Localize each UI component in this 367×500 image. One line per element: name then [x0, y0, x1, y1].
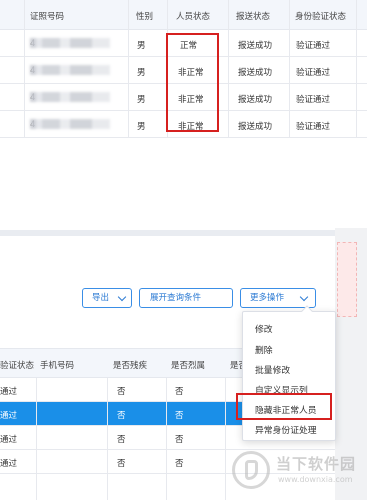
blurred-id: [30, 38, 110, 48]
side-marker: [337, 242, 357, 317]
more-operations-button[interactable]: 更多操作: [240, 288, 316, 308]
personnel-table-top: 证照号码 性别 人员状态 报送状态 身份验证状态 4 男 正常 报送成功 验证通…: [0, 0, 367, 138]
menu-item-delete[interactable]: 删除: [255, 343, 273, 356]
column-divider: [107, 378, 108, 500]
blurred-id: [30, 65, 110, 75]
col-header-id-verify-status[interactable]: 身份验证状态: [295, 10, 346, 22]
watermark-title: 当下软件园: [276, 455, 357, 473]
menu-item-batch-edit[interactable]: 批量修改: [255, 363, 290, 376]
verify-status-cell: 验证通过: [296, 41, 331, 51]
menu-item-abnormal-id-handling[interactable]: 异常身份证处理: [255, 423, 317, 436]
col-header-disabled[interactable]: 是否残疾: [113, 359, 147, 371]
col-header-phone[interactable]: 手机号码: [40, 359, 74, 371]
blank-area: [0, 138, 367, 230]
verify-cell: 通过: [0, 459, 18, 469]
column-divider: [228, 0, 229, 138]
col-header-id-number[interactable]: 证照号码: [30, 10, 64, 22]
column-divider: [356, 0, 357, 138]
expand-query-button[interactable]: 展开查询条件: [139, 288, 233, 308]
martyr-cell: 否: [175, 435, 184, 445]
column-divider: [24, 0, 25, 138]
table-header: 证照号码 性别 人员状态 报送状态 身份验证状态: [0, 0, 367, 30]
martyr-cell: 否: [175, 387, 184, 397]
report-status-cell: 报送成功: [238, 41, 273, 51]
toolbar: 导出 展开查询条件 更多操作: [0, 236, 335, 316]
watermark-logo: 当下软件园 www.downxia.com: [232, 448, 362, 498]
verify-cell: 通过: [0, 387, 18, 397]
column-divider: [225, 378, 226, 500]
verify-status-cell: 验证通过: [296, 122, 331, 132]
gender-cell: 男: [137, 41, 146, 51]
watermark-d-icon: [232, 451, 270, 489]
gender-cell: 男: [137, 95, 146, 105]
report-status-cell: 报送成功: [238, 68, 273, 78]
watermark-url: www.downxia.com: [278, 475, 353, 484]
column-divider: [166, 378, 167, 500]
chevron-down-icon: [117, 292, 127, 302]
more-operations-label: 更多操作: [250, 293, 285, 303]
verify-cell: 通过: [0, 411, 18, 421]
blurred-id: [30, 92, 110, 102]
disabled-cell: 否: [117, 435, 126, 445]
column-divider: [128, 0, 129, 138]
disabled-cell: 否: [117, 411, 126, 421]
martyr-cell: 否: [175, 459, 184, 469]
gender-cell: 男: [137, 122, 146, 132]
gender-cell: 男: [137, 68, 146, 78]
export-label: 导出: [92, 293, 110, 303]
col-header-report-status[interactable]: 报送状态: [236, 10, 270, 22]
col-header-person-status[interactable]: 人员状态: [176, 10, 210, 22]
verify-status-cell: 验证通过: [296, 95, 331, 105]
column-divider: [289, 0, 290, 138]
chevron-down-icon: [299, 292, 309, 302]
report-status-cell: 报送成功: [238, 95, 273, 105]
verify-status-cell: 验证通过: [296, 68, 331, 78]
export-button[interactable]: 导出: [82, 288, 132, 308]
col-header-verify-status[interactable]: 验证状态: [0, 359, 34, 371]
verify-cell: 通过: [0, 435, 18, 445]
highlight-box-hide-abnormal: [236, 393, 332, 420]
col-header-martyr-family[interactable]: 是否烈属: [171, 359, 205, 371]
col-header-gender[interactable]: 性别: [136, 10, 153, 22]
highlight-box-person-status: [166, 33, 219, 132]
martyr-cell: 否: [175, 411, 184, 421]
disabled-cell: 否: [117, 459, 126, 469]
disabled-cell: 否: [117, 387, 126, 397]
column-divider: [36, 378, 37, 500]
menu-item-edit[interactable]: 修改: [255, 322, 273, 335]
expand-query-label: 展开查询条件: [150, 293, 202, 303]
more-operations-dropdown: 修改 删除 批量修改 自定义显示列 隐藏非正常人员 异常身份证处理: [242, 305, 336, 441]
blurred-id: [30, 119, 110, 129]
report-status-cell: 报送成功: [238, 122, 273, 132]
